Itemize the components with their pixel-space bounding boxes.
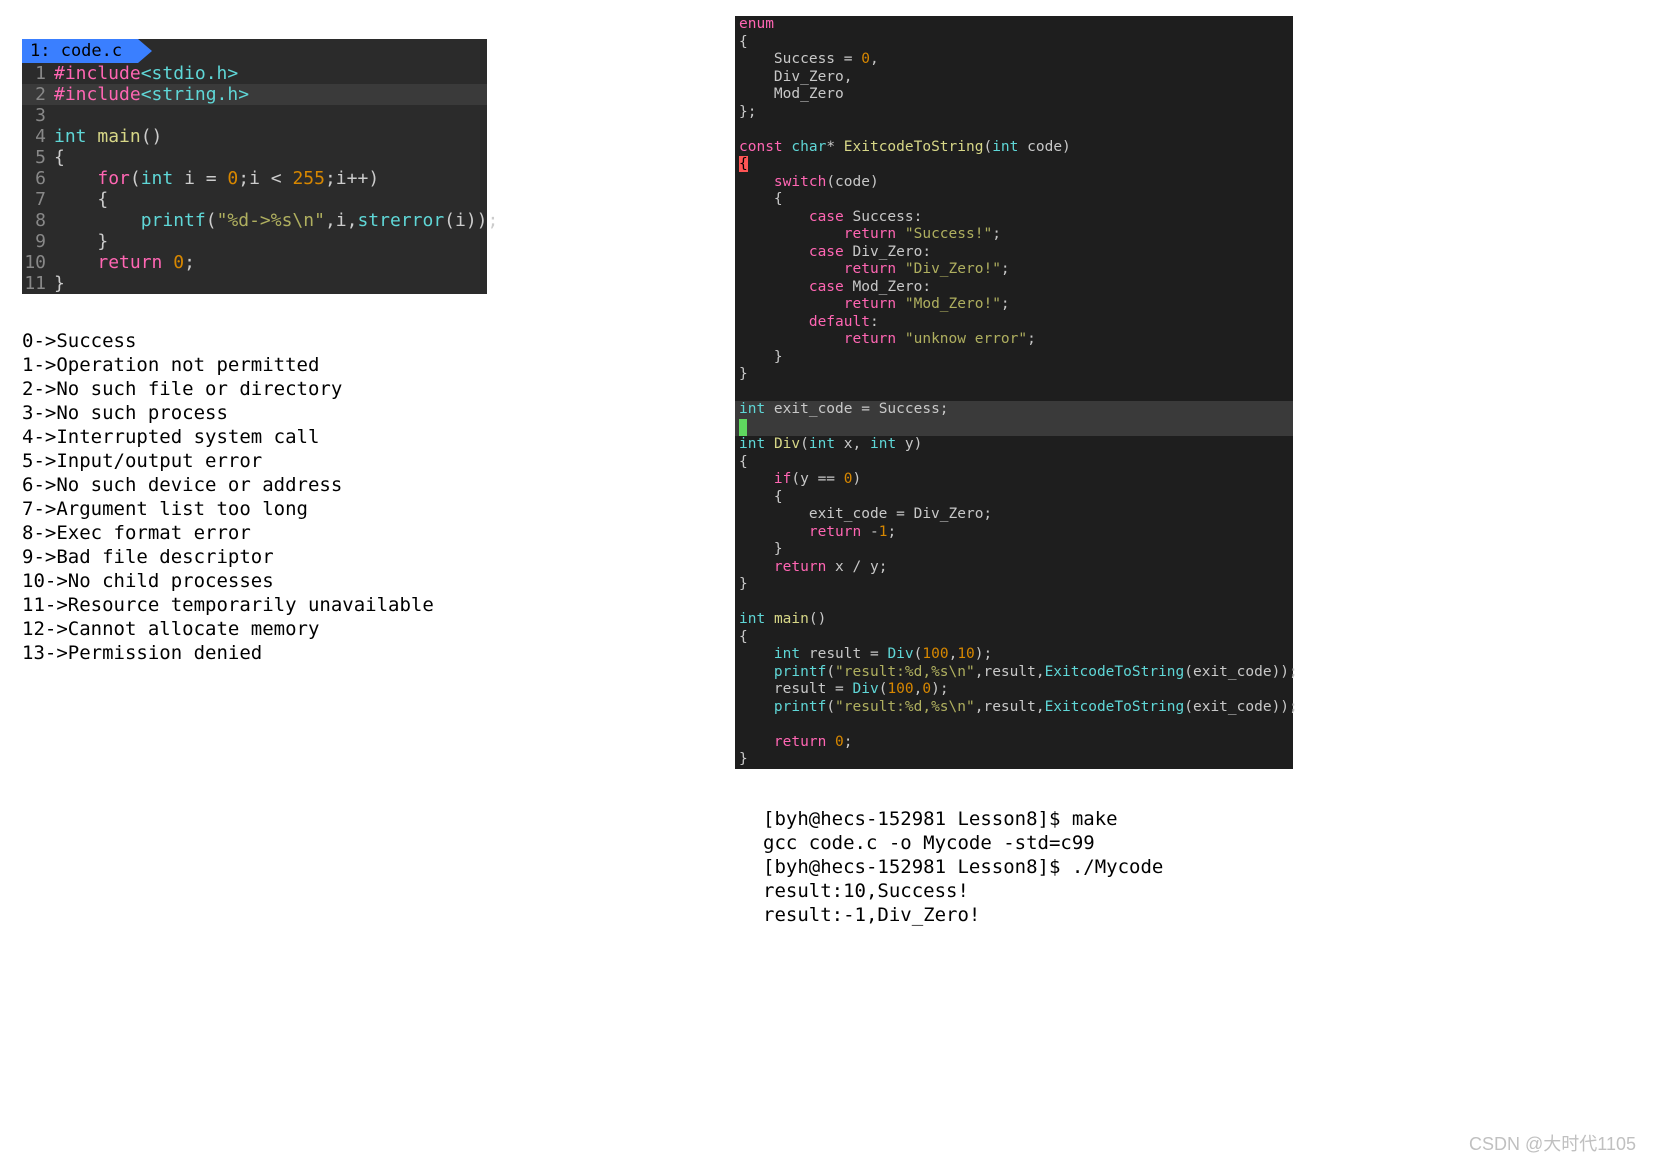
output-line: 11->Resource temporarily unavailable [22,593,487,617]
code-line: 8 printf("%d->%s\n",i,strerror(i)); [22,210,487,231]
code-line: return -1; [735,524,1293,542]
terminal-line: [byh@hecs-152981 Lesson8]$ ./Mycode [763,855,1293,879]
code-line: case Success: [735,209,1293,227]
code-line: Success = 0, [735,51,1293,69]
code-line: printf("result:%d,%s\n",result,ExitcodeT… [735,664,1293,682]
code-line: { [735,454,1293,472]
code-line [735,716,1293,734]
output-line: 4->Interrupted system call [22,425,487,449]
code-line: case Mod_Zero: [735,279,1293,297]
code-line: 6 for(int i = 0;i < 255;i++) [22,168,487,189]
output-line: 12->Cannot allocate memory [22,617,487,641]
output-line: 2->No such file or directory [22,377,487,401]
code-line: return "Mod_Zero!"; [735,296,1293,314]
code-line [735,594,1293,612]
output-line: 1->Operation not permitted [22,353,487,377]
code-line: } [735,541,1293,559]
code-line: Mod_Zero [735,86,1293,104]
code-line: { [735,191,1293,209]
terminal-line: gcc code.c -o Mycode -std=c99 [763,831,1293,855]
code-line [735,384,1293,402]
terminal-output: [byh@hecs-152981 Lesson8]$ makegcc code.… [763,807,1293,927]
code-line: { [735,34,1293,52]
code-line: 1#include<stdio.h> [22,63,487,84]
output-line: 5->Input/output error [22,449,487,473]
code-line: } [735,751,1293,769]
output-line: 9->Bad file descriptor [22,545,487,569]
code-line: 9 } [22,231,487,252]
code-line: 5{ [22,147,487,168]
output-line: 7->Argument list too long [22,497,487,521]
code-line: 7 { [22,189,487,210]
output-line: 13->Permission denied [22,641,487,665]
terminal-line: [byh@hecs-152981 Lesson8]$ make [763,807,1293,831]
file-tab[interactable]: 1: code.c [22,39,138,63]
watermark: CSDN @大时代1105 [1469,1130,1636,1156]
code-line: 11} [22,273,487,294]
code-line: int result = Div(100,10); [735,646,1293,664]
output-line: 8->Exec format error [22,521,487,545]
tab-bar: 1: code.c [22,39,487,63]
code-line: switch(code) [735,174,1293,192]
code-line: int Div(int x, int y) [735,436,1293,454]
code-line: case Div_Zero: [735,244,1293,262]
code-line: { [735,489,1293,507]
code-line: return "Success!"; [735,226,1293,244]
program-output-left: 0->Success1->Operation not permitted2->N… [22,329,487,665]
code-line: } [735,576,1293,594]
code-line: return "Div_Zero!"; [735,261,1293,279]
code-line: 4int main() [22,126,487,147]
code-line [735,419,1293,437]
code-line: result = Div(100,0); [735,681,1293,699]
output-line: 0->Success [22,329,487,353]
code-line: return 0; [735,734,1293,752]
code-line: return x / y; [735,559,1293,577]
code-line: return "unknow error"; [735,331,1293,349]
code-line: } [735,349,1293,367]
code-line: int exit_code = Success; [735,401,1293,419]
code-line: int main() [735,611,1293,629]
code-editor-right: enum{ Success = 0, Div_Zero, Mod_Zero}; … [735,16,1293,769]
code-line: default: [735,314,1293,332]
code-line: Div_Zero, [735,69,1293,87]
code-line: } [735,366,1293,384]
code-line: enum [735,16,1293,34]
code-line: { [735,156,1293,174]
code-line: 2#include<string.h> [22,84,487,105]
code-line: { [735,629,1293,647]
code-line: if(y == 0) [735,471,1293,489]
code-line: const char* ExitcodeToString(int code) [735,139,1293,157]
code-line: 3 [22,105,487,126]
code-line: 10 return 0; [22,252,487,273]
output-line: 10->No child processes [22,569,487,593]
code-line [735,121,1293,139]
output-line: 6->No such device or address [22,473,487,497]
output-line: 3->No such process [22,401,487,425]
terminal-line: result:10,Success! [763,879,1293,903]
terminal-line: result:-1,Div_Zero! [763,903,1293,927]
code-editor-left: 1: code.c 1#include<stdio.h>2#include<st… [22,39,487,294]
code-line: printf("result:%d,%s\n",result,ExitcodeT… [735,699,1293,717]
code-line: exit_code = Div_Zero; [735,506,1293,524]
code-line: }; [735,104,1293,122]
